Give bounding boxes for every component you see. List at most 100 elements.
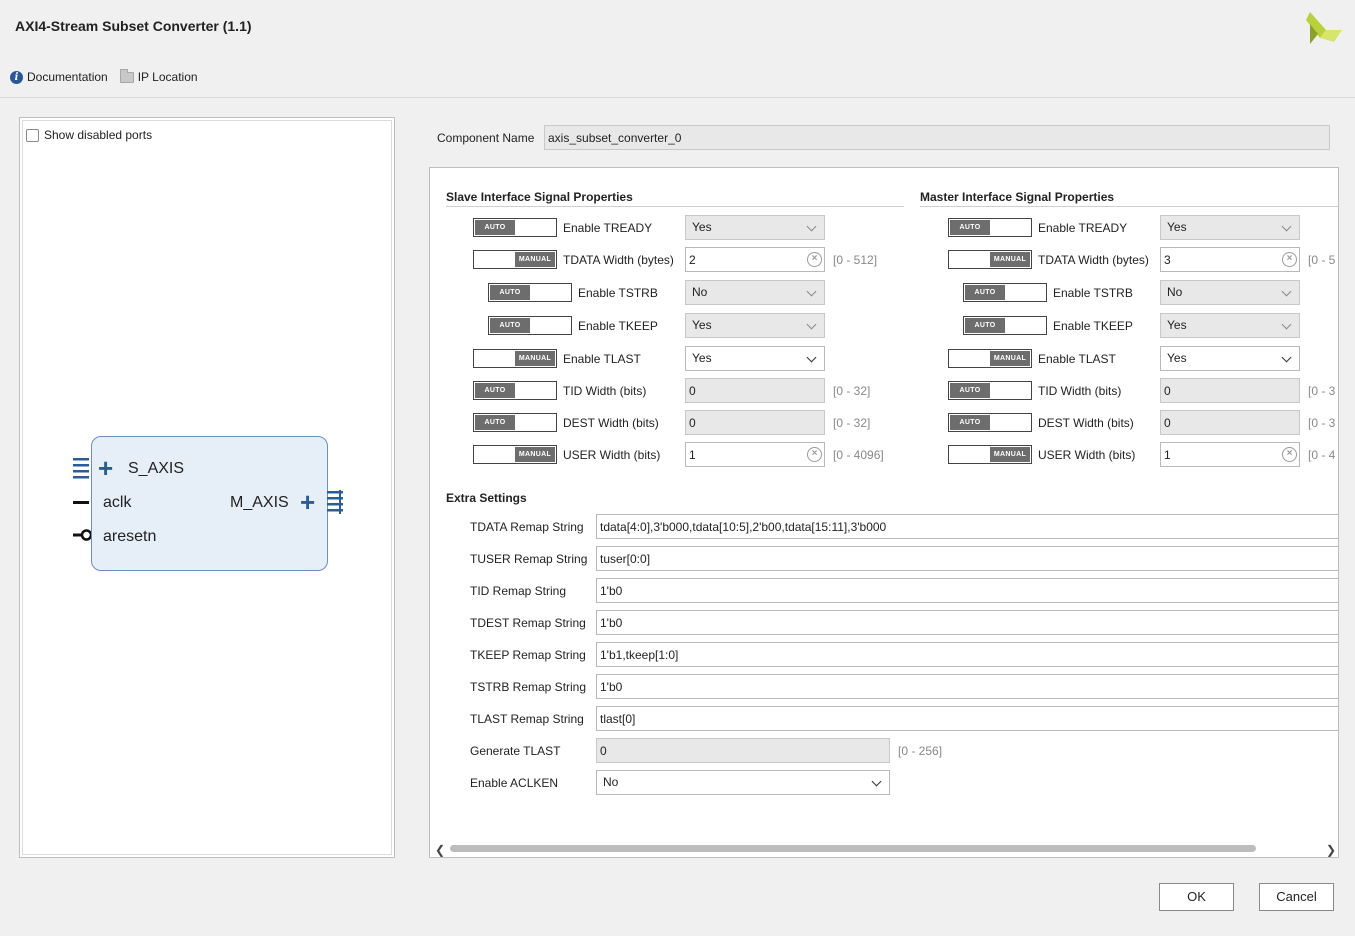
chevron-down-icon bbox=[1281, 221, 1292, 232]
slave-dest-width-bits-range: [0 - 32] bbox=[833, 416, 871, 430]
remap-string-field[interactable]: tlast[0] bbox=[596, 706, 1338, 731]
slave-section-divider bbox=[446, 206, 904, 207]
master-tdata-width-bytes-field[interactable]: 3 × bbox=[1160, 247, 1300, 272]
ok-button[interactable]: OK bbox=[1159, 883, 1234, 911]
aresetn-pin-icon bbox=[73, 529, 93, 541]
checkbox-box[interactable] bbox=[26, 128, 39, 142]
slave-enable-tready-mode-toggle[interactable]: AUTO bbox=[473, 218, 557, 237]
folder-icon bbox=[119, 68, 134, 83]
select-value: Yes bbox=[1167, 220, 1187, 234]
clear-icon[interactable]: × bbox=[807, 447, 822, 462]
generate-tlast-range: [0 - 256] bbox=[898, 744, 943, 758]
slave-enable-tstrb-label: Enable TSTRB bbox=[578, 286, 658, 300]
master-enable-tready-label: Enable TREADY bbox=[1038, 221, 1128, 235]
slave-enable-tlast-select[interactable]: Yes bbox=[685, 346, 825, 371]
master-tid-width-bits-field[interactable]: 0 bbox=[1160, 378, 1300, 403]
horizontal-scrollbar[interactable]: ❮ ❯ bbox=[430, 841, 1338, 857]
slave-user-width-bits-field[interactable]: 1 × bbox=[685, 442, 825, 467]
master-enable-tstrb-mode-toggle[interactable]: AUTO bbox=[963, 283, 1047, 302]
master-enable-tready-select[interactable]: Yes bbox=[1160, 215, 1300, 240]
slave-user-width-bits-mode-toggle[interactable]: MANUAL bbox=[473, 445, 557, 464]
slave-dest-width-bits-field[interactable]: 0 bbox=[685, 410, 825, 435]
field-value: 0 bbox=[1164, 416, 1171, 430]
remap-label: TDEST Remap String bbox=[470, 616, 586, 630]
scrollbar-thumb[interactable] bbox=[450, 845, 1256, 852]
slave-enable-tkeep-select[interactable]: Yes bbox=[685, 313, 825, 338]
field-value: 0 bbox=[689, 416, 696, 430]
toggle-mode-label: MANUAL bbox=[990, 252, 1030, 267]
clear-icon[interactable]: × bbox=[807, 252, 822, 267]
slave-tid-width-bits-range: [0 - 32] bbox=[833, 384, 871, 398]
master-dest-width-bits-field[interactable]: 0 bbox=[1160, 410, 1300, 435]
extra-section-title: Extra Settings bbox=[446, 491, 527, 505]
remap-string-field[interactable]: 1'b0 bbox=[596, 578, 1338, 603]
cancel-button[interactable]: Cancel bbox=[1259, 883, 1334, 911]
master-user-width-bits-mode-toggle[interactable]: MANUAL bbox=[948, 445, 1032, 464]
master-enable-tlast-mode-toggle[interactable]: MANUAL bbox=[948, 349, 1032, 368]
toggle-mode-label: MANUAL bbox=[515, 351, 555, 366]
master-enable-tkeep-select[interactable]: Yes bbox=[1160, 313, 1300, 338]
remap-string-field[interactable]: 1'b1,tkeep[1:0] bbox=[596, 642, 1338, 667]
clear-icon[interactable]: × bbox=[1282, 252, 1297, 267]
s-axis-port: S_AXIS bbox=[128, 460, 185, 477]
slave-tid-width-bits-mode-toggle[interactable]: AUTO bbox=[473, 381, 557, 400]
master-tid-width-bits-label: TID Width (bits) bbox=[1038, 384, 1122, 398]
chevron-down-icon bbox=[1281, 319, 1292, 330]
clear-icon[interactable]: × bbox=[1282, 447, 1297, 462]
remap-string-field[interactable]: 1'b0 bbox=[596, 674, 1338, 699]
slave-tdata-width-bytes-range: [0 - 512] bbox=[833, 253, 878, 267]
master-enable-tstrb-select[interactable]: No bbox=[1160, 280, 1300, 305]
master-tdata-width-bytes-mode-toggle[interactable]: MANUAL bbox=[948, 250, 1032, 269]
remap-string-field[interactable]: 1'b0 bbox=[596, 610, 1338, 635]
generate-tlast-field[interactable]: 0 bbox=[596, 738, 890, 763]
component-name-field[interactable]: axis_subset_converter_0 bbox=[544, 125, 1330, 150]
toggle-mode-label: AUTO bbox=[490, 285, 530, 300]
master-dest-width-bits-mode-toggle[interactable]: AUTO bbox=[948, 413, 1032, 432]
m-axis-expand-icon[interactable]: + bbox=[300, 489, 315, 515]
remap-label: TID Remap String bbox=[470, 584, 567, 598]
slave-enable-tready-label: Enable TREADY bbox=[563, 221, 653, 235]
master-section-title: Master Interface Signal Properties bbox=[920, 190, 1115, 204]
master-section-divider bbox=[920, 206, 1338, 207]
toggle-mode-label: MANUAL bbox=[515, 252, 555, 267]
enable-aclken-value: No bbox=[603, 775, 619, 789]
scroll-left-icon[interactable]: ❮ bbox=[435, 843, 445, 857]
slave-tdata-width-bytes-mode-toggle[interactable]: MANUAL bbox=[473, 250, 557, 269]
enable-aclken-select[interactable]: No bbox=[596, 770, 890, 795]
master-tid-width-bits-mode-toggle[interactable]: AUTO bbox=[948, 381, 1032, 400]
remap-string-field[interactable]: tdata[4:0],3'b000,tdata[10:5],2'b00,tdat… bbox=[596, 514, 1338, 539]
ip-location-link[interactable]: IP Location bbox=[119, 68, 198, 84]
s-axis-expand-icon[interactable]: + bbox=[98, 455, 113, 481]
slave-enable-tkeep-mode-toggle[interactable]: AUTO bbox=[488, 316, 572, 335]
toggle-mode-label: MANUAL bbox=[515, 447, 555, 462]
slave-enable-tstrb-mode-toggle[interactable]: AUTO bbox=[488, 283, 572, 302]
toggle-mode-label: AUTO bbox=[965, 285, 1005, 300]
master-enable-tlast-select[interactable]: Yes bbox=[1160, 346, 1300, 371]
remap-label: TKEEP Remap String bbox=[470, 648, 586, 662]
toggle-mode-label: AUTO bbox=[965, 318, 1005, 333]
ip-location-label: IP Location bbox=[137, 70, 198, 84]
master-tdata-width-bytes-range: [0 - 5 bbox=[1308, 253, 1336, 267]
master-enable-tready-mode-toggle[interactable]: AUTO bbox=[948, 218, 1032, 237]
scroll-right-icon[interactable]: ❯ bbox=[1326, 843, 1336, 857]
chevron-down-icon bbox=[806, 319, 817, 330]
slave-enable-tlast-mode-toggle[interactable]: MANUAL bbox=[473, 349, 557, 368]
slave-enable-tstrb-select[interactable]: No bbox=[685, 280, 825, 305]
documentation-link[interactable]: i Documentation bbox=[10, 70, 108, 84]
toggle-mode-label: AUTO bbox=[950, 415, 990, 430]
slave-section-title: Slave Interface Signal Properties bbox=[446, 190, 633, 204]
slave-enable-tready-select[interactable]: Yes bbox=[685, 215, 825, 240]
master-enable-tlast-label: Enable TLAST bbox=[1038, 352, 1116, 366]
slave-enable-tlast-label: Enable TLAST bbox=[563, 352, 641, 366]
master-enable-tkeep-mode-toggle[interactable]: AUTO bbox=[963, 316, 1047, 335]
field-value: 1 bbox=[689, 448, 696, 462]
show-disabled-ports-checkbox[interactable]: Show disabled ports bbox=[26, 128, 152, 142]
master-user-width-bits-field[interactable]: 1 × bbox=[1160, 442, 1300, 467]
slave-tdata-width-bytes-field[interactable]: 2 × bbox=[685, 247, 825, 272]
field-value: 2 bbox=[689, 253, 696, 267]
master-user-width-bits-range: [0 - 4 bbox=[1308, 448, 1336, 462]
remap-string-field[interactable]: tuser[0:0] bbox=[596, 546, 1338, 571]
slave-tid-width-bits-field[interactable]: 0 bbox=[685, 378, 825, 403]
master-tdata-width-bytes-label: TDATA Width (bytes) bbox=[1038, 253, 1149, 267]
slave-dest-width-bits-mode-toggle[interactable]: AUTO bbox=[473, 413, 557, 432]
